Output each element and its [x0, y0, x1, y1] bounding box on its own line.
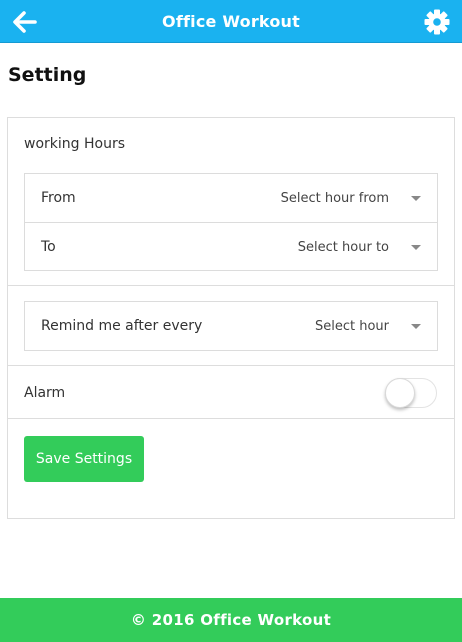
reminder-row: Remind me after every Select hour [25, 302, 437, 350]
section-divider [8, 285, 454, 286]
from-row: From Select hour from [25, 174, 437, 222]
toggle-knob [385, 378, 415, 408]
alarm-toggle[interactable] [385, 378, 437, 408]
section-divider [8, 365, 454, 366]
to-row: To Select hour to [25, 222, 437, 270]
settings-card: working Hours From Select hour from To S… [7, 117, 455, 519]
app-title: Office Workout [162, 11, 300, 31]
section-divider [8, 418, 454, 419]
hour-from-select[interactable]: Select hour from [281, 174, 421, 222]
to-label: To [41, 238, 56, 255]
page-title: Setting [8, 64, 87, 86]
working-hours-group: From Select hour from To Select hour to [24, 173, 438, 271]
save-settings-button[interactable]: Save Settings [24, 436, 144, 482]
app-header: Office Workout [0, 0, 462, 43]
alarm-row: Alarm [8, 367, 454, 419]
caret-down-icon [411, 323, 421, 329]
hour-to-select-value: Select hour to [297, 239, 389, 255]
arrow-left-icon[interactable] [12, 10, 38, 34]
caret-down-icon [411, 195, 421, 201]
reminder-select-value: Select hour [314, 318, 389, 334]
reminder-group: Remind me after every Select hour [24, 301, 438, 351]
gear-icon[interactable] [424, 9, 450, 35]
hour-to-select[interactable]: Select hour to [298, 223, 421, 271]
reminder-label: Remind me after every [41, 318, 203, 334]
footer-copyright: © 2016 Office Workout [130, 611, 332, 629]
caret-down-icon [411, 244, 421, 250]
hour-from-select-value: Select hour from [280, 190, 389, 206]
app-footer: © 2016 Office Workout [0, 598, 462, 642]
reminder-hour-select[interactable]: Select hour [315, 302, 421, 350]
working-hours-label: working Hours [24, 136, 125, 152]
from-label: From [41, 190, 76, 206]
alarm-label: Alarm [24, 385, 66, 401]
